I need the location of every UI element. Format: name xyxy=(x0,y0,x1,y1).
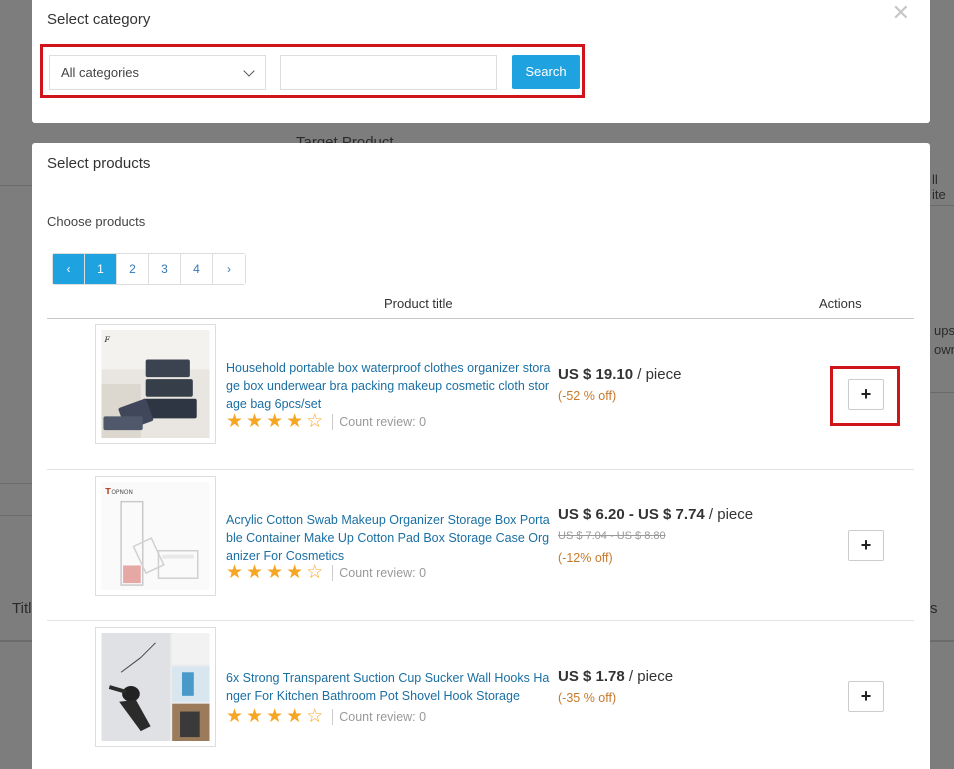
table-row: 6x Strong Transparent Suction Cup Sucker… xyxy=(47,621,914,769)
pagination-prev[interactable]: ‹ xyxy=(53,254,85,284)
discount-label: (-35 % off) xyxy=(558,691,617,705)
star-icon: ★ xyxy=(266,706,284,727)
review-count: Count review: 0 xyxy=(332,413,426,430)
product-title-link[interactable]: Household portable box waterproof clothe… xyxy=(226,359,551,413)
pagination-page-3[interactable]: 3 xyxy=(149,254,181,284)
star-empty-icon: ☆ xyxy=(306,706,324,727)
price-unit: / piece xyxy=(704,506,754,523)
discount-label: (-52 % off) xyxy=(558,389,617,403)
star-icon: ★ xyxy=(286,562,304,583)
select-products-modal: Select products Choose products ‹ 1 2 3 … xyxy=(32,143,930,769)
pagination-page-2[interactable]: 2 xyxy=(117,254,149,284)
modal-title: Select products xyxy=(47,155,151,172)
product-title-link[interactable]: Acrylic Cotton Swab Makeup Organizer Sto… xyxy=(226,511,551,565)
modal-title: Select category xyxy=(47,11,151,28)
svg-text:OPNON: OPNON xyxy=(111,490,133,496)
star-icon: ★ xyxy=(246,411,264,432)
pagination: ‹ 1 2 3 4 › xyxy=(52,253,246,285)
bg-divider xyxy=(0,515,32,516)
search-button[interactable]: Search xyxy=(512,55,580,89)
price-unit: / piece xyxy=(633,366,682,383)
category-select-value: All categories xyxy=(61,65,140,80)
product-title-link[interactable]: 6x Strong Transparent Suction Cup Sucker… xyxy=(226,669,551,705)
price-unit: / piece xyxy=(624,668,674,685)
rating-stars: ★ ★ ★ ★ ☆ Count review: 0 xyxy=(226,412,426,431)
bg-title-col: Titl xyxy=(12,600,32,617)
column-header-actions: Actions xyxy=(819,296,862,311)
product-price: US $ 1.78 / piece xyxy=(558,668,673,685)
bg-divider xyxy=(930,640,954,642)
table-row: T OPNON Acrylic Cotton Swab Makeup Organ… xyxy=(47,470,914,621)
rating-stars: ★ ★ ★ ★ ☆ Count review: 0 xyxy=(226,707,426,726)
star-empty-icon: ☆ xyxy=(306,411,324,432)
bg-divider xyxy=(930,205,954,206)
bg-all-items: ll ite xyxy=(932,172,946,202)
svg-text:F: F xyxy=(103,335,110,344)
table-row: F Household portable box waterproof clot… xyxy=(47,319,914,470)
pagination-next[interactable]: › xyxy=(213,254,245,284)
category-select[interactable]: All categories xyxy=(49,55,266,90)
pagination-page-4[interactable]: 4 xyxy=(181,254,213,284)
original-price: US $ 7.04 - US $ 8.80 xyxy=(558,530,666,542)
star-icon: ★ xyxy=(246,562,264,583)
bg-divider xyxy=(930,392,954,393)
bg-own: own xyxy=(934,342,954,357)
price-value: US $ 1.78 xyxy=(558,668,625,685)
star-icon: ★ xyxy=(226,706,244,727)
star-icon: ★ xyxy=(266,411,284,432)
close-icon[interactable]: ✕ xyxy=(892,2,910,24)
add-product-button[interactable]: + xyxy=(848,530,884,561)
product-image: T OPNON xyxy=(95,476,216,596)
star-icon: ★ xyxy=(226,411,244,432)
discount-label: (-12% off) xyxy=(558,551,613,565)
rating-stars: ★ ★ ★ ★ ☆ Count review: 0 xyxy=(226,563,426,582)
product-image: F xyxy=(95,324,216,444)
bg-divider xyxy=(0,185,32,186)
star-icon: ★ xyxy=(266,562,284,583)
bg-divider xyxy=(0,640,32,642)
choose-products-label: Choose products xyxy=(47,214,146,229)
bg-s-col: s xyxy=(930,600,938,617)
add-product-button[interactable]: + xyxy=(848,681,884,712)
highlight-add-button xyxy=(830,366,900,426)
select-category-modal: Select category ✕ All categories Search xyxy=(32,0,930,123)
bg-ups: ups xyxy=(934,323,954,338)
chevron-down-icon xyxy=(243,65,255,77)
price-value: US $ 19.10 xyxy=(558,366,634,383)
product-price: US $ 6.20 - US $ 7.74 / piece xyxy=(558,506,753,523)
star-icon: ★ xyxy=(246,706,264,727)
star-icon: ★ xyxy=(286,706,304,727)
star-icon: ★ xyxy=(226,562,244,583)
price-value: US $ 6.20 - US $ 7.74 xyxy=(558,506,705,523)
highlight-search-group: All categories Search xyxy=(40,44,585,98)
column-header-product-title: Product title xyxy=(384,296,453,311)
star-empty-icon: ☆ xyxy=(306,562,324,583)
star-icon: ★ xyxy=(286,411,304,432)
review-count: Count review: 0 xyxy=(332,708,426,725)
review-count: Count review: 0 xyxy=(332,564,426,581)
product-price: US $ 19.10 / piece xyxy=(558,366,681,383)
bg-divider xyxy=(0,483,32,484)
pagination-page-1[interactable]: 1 xyxy=(85,254,117,284)
search-input[interactable] xyxy=(280,55,497,90)
product-image xyxy=(95,627,216,747)
